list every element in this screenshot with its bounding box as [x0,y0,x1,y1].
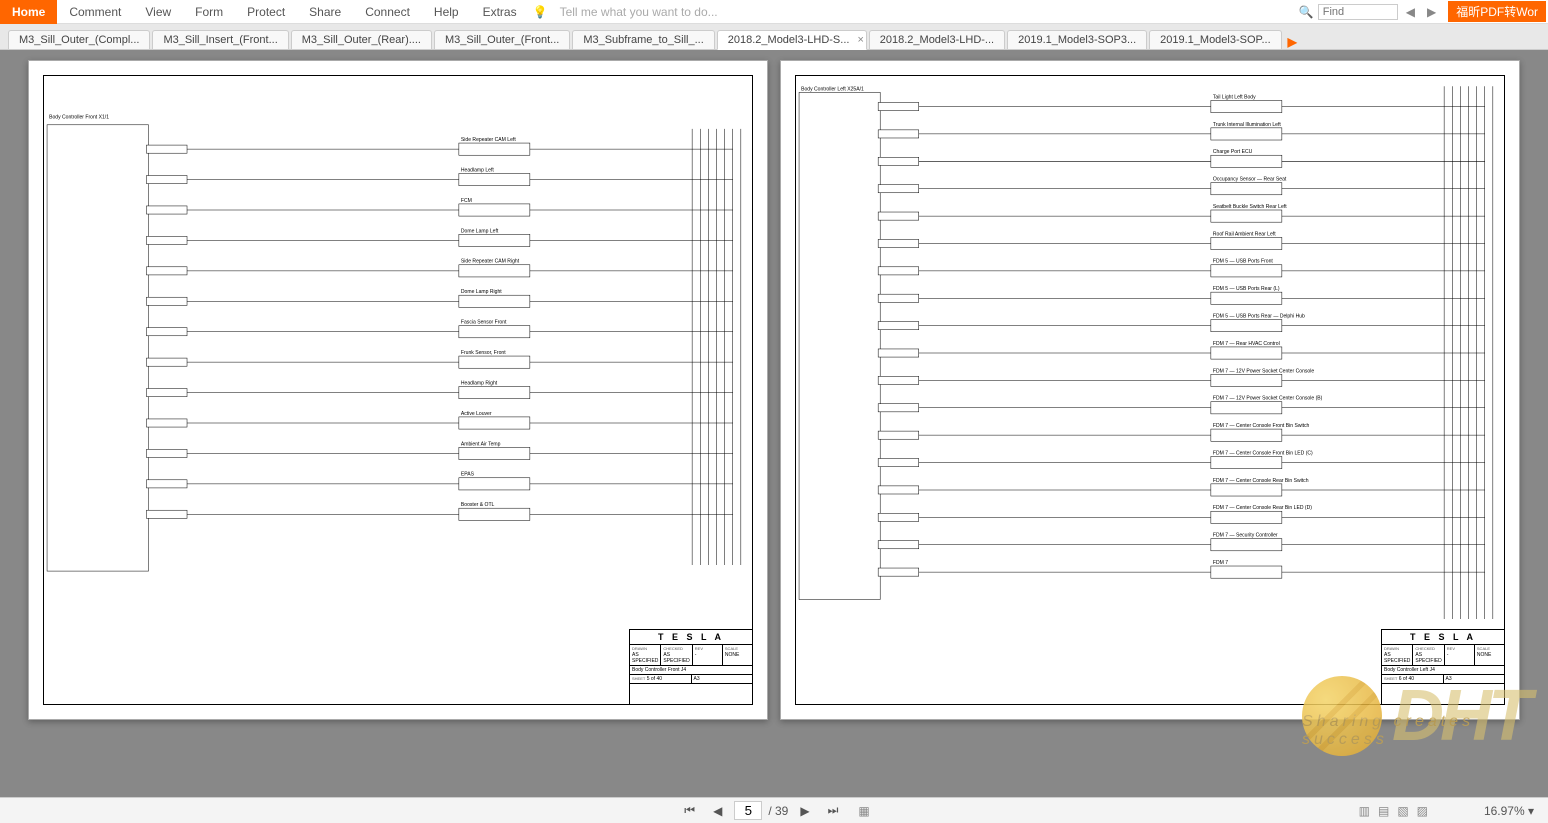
ribbon-tab-help[interactable]: Help [422,5,471,19]
title-block-left: T E S L A DRAWNAS SPECIFIEDCHECKEDAS SPE… [629,629,753,705]
find-input[interactable] [1318,4,1398,20]
doctab-2[interactable]: M3_Sill_Outer_(Rear).... [291,30,432,49]
schematic-header: Body Controller Front X1/1 [49,115,109,121]
svg-text:Tail Light Left Body: Tail Light Left Body [1213,94,1256,100]
svg-text:Ambient Air Temp: Ambient Air Temp [461,441,501,447]
tell-me-search[interactable]: Tell me what you want to do... [560,5,1299,19]
svg-text:FDM 7 — Security Controller: FDM 7 — Security Controller [1213,533,1278,539]
ribbon-tab-connect[interactable]: Connect [353,5,422,19]
foxit-pdf-to-word-button[interactable]: 福昕PDF转Wor [1448,1,1546,22]
menu-bar: Home Comment View Form Protect Share Con… [0,0,1548,24]
last-page-button[interactable]: ⏭ [822,803,845,818]
svg-text:Side Repeater CAM Left: Side Repeater CAM Left [461,137,516,143]
view-mode-group: ▥ ▤ ▧ ▨ [1359,804,1428,818]
ribbon-tab-view[interactable]: View [133,5,183,19]
svg-text:Active Louver: Active Louver [461,411,492,417]
view-single-icon[interactable]: ▤ [1378,804,1389,818]
svg-text:EPAS: EPAS [461,472,475,478]
page-total-label: / 39 [768,804,788,818]
ribbon-tab-protect[interactable]: Protect [235,5,297,19]
svg-text:FDM 5 — USB Ports Rear (L): FDM 5 — USB Ports Rear (L) [1213,286,1280,292]
svg-text:FDM 5 — USB Ports Rear — Delph: FDM 5 — USB Ports Rear — Delphi Hub [1213,314,1305,320]
svg-text:FDM 7 — 12V Power Socket Cente: FDM 7 — 12V Power Socket Center Console … [1213,396,1323,402]
find-next-button[interactable]: ▶ [1423,5,1440,19]
tesla-logo: T E S L A [630,630,752,645]
view-facing-icon[interactable]: ▧ [1397,804,1408,818]
svg-text:Fascia Sensor Front: Fascia Sensor Front [461,320,507,326]
doctab-7[interactable]: 2019.1_Model3-SOP3... [1007,30,1147,49]
doctab-8[interactable]: 2019.1_Model3-SOP... [1149,30,1281,49]
svg-text:Roof Rail Ambient Rear Left: Roof Rail Ambient Rear Left [1213,231,1276,237]
svg-text:Side Repeater CAM Right: Side Repeater CAM Right [461,259,520,265]
pdf-page-right: Body Controller Left X25A/1 Tail Light L… [780,60,1520,720]
svg-text:Charge Port ECU: Charge Port ECU [1213,149,1253,155]
svg-text:FDM 7 — Center Console Front B: FDM 7 — Center Console Front Bin LED (C) [1213,450,1313,456]
svg-text:Dome Lamp Right: Dome Lamp Right [461,289,502,295]
tab-overflow-button[interactable]: ▶ [1288,35,1297,49]
find-group: 🔍 ◀ ▶ [1299,4,1440,20]
doctab-3[interactable]: M3_Sill_Outer_(Front... [434,30,570,49]
close-tab-icon[interactable]: × [857,34,863,46]
svg-text:FDM 7: FDM 7 [1213,560,1228,566]
page-layout-icon[interactable]: ▦ [858,804,869,818]
svg-text:Seatbelt Buckle Switch Rear Le: Seatbelt Buckle Switch Rear Left [1213,204,1287,210]
tesla-logo: T E S L A [1382,630,1504,645]
svg-text:Booster & OTL: Booster & OTL [461,502,495,508]
schematic-header: Body Controller Left X25A/1 [801,86,864,92]
svg-text:Dome Lamp Left: Dome Lamp Left [461,228,499,234]
ribbon-tab-share[interactable]: Share [297,5,353,19]
svg-text:Trunk Internal Illumination Le: Trunk Internal Illumination Left [1213,122,1282,128]
pdf-page-left: Body Controller Front X1/1 Side Repeater… [28,60,768,720]
first-page-button[interactable]: ⏮ [678,803,701,818]
schematic-left: Body Controller Front X1/1 Side Repeater… [43,85,753,619]
svg-text:Occupancy Sensor — Rear Seat: Occupancy Sensor — Rear Seat [1213,177,1287,183]
title-block-right: T E S L A DRAWNAS SPECIFIEDCHECKEDAS SPE… [1381,629,1505,705]
svg-text:FCM: FCM [461,198,472,204]
view-continuous-icon[interactable]: ▨ [1417,804,1428,818]
ribbon-tab-comment[interactable]: Comment [57,5,133,19]
prev-page-button[interactable]: ◀ [707,804,728,818]
lightbulb-icon: 💡 [533,5,548,19]
svg-text:FDM 7 — 12V Power Socket Cente: FDM 7 — 12V Power Socket Center Console [1213,368,1314,374]
svg-text:Headlamp Right: Headlamp Right [461,380,498,386]
page-number-input[interactable] [734,801,762,820]
next-page-button[interactable]: ▶ [794,804,815,818]
svg-text:FDM 7 — Center Console Front B: FDM 7 — Center Console Front Bin Switch [1213,423,1310,429]
schematic-right: Body Controller Left X25A/1 Tail Light L… [795,85,1505,619]
doctab-1[interactable]: M3_Sill_Insert_(Front... [152,30,288,49]
status-bar: ⏮ ◀ / 39 ▶ ⏭ ▦ ▥ ▤ ▧ ▨ 16.97% ▾ [0,797,1548,823]
pdf-viewer[interactable]: Body Controller Front X1/1 Side Repeater… [0,50,1548,797]
search-icon[interactable]: 🔍 [1299,5,1314,19]
doctab-4[interactable]: M3_Subframe_to_Sill_... [572,30,714,49]
svg-text:FDM 7 — Rear HVAC Control: FDM 7 — Rear HVAC Control [1213,341,1280,347]
doctab-5-active[interactable]: 2018.2_Model3-LHD-S...× [717,30,867,50]
zoom-display[interactable]: 16.97% ▾ [1484,804,1534,818]
svg-text:FDM 5 — USB Ports Front: FDM 5 — USB Ports Front [1213,259,1274,265]
ribbon-tab-home[interactable]: Home [0,0,57,24]
svg-text:FDM 7 — Center Console Rear Bi: FDM 7 — Center Console Rear Bin Switch [1213,478,1309,484]
svg-text:Headlamp Left: Headlamp Left [461,167,495,173]
ribbon-tab-extras[interactable]: Extras [471,5,529,19]
view-thumbnails-icon[interactable]: ▥ [1359,804,1370,818]
svg-text:Frunk Sensor, Front: Frunk Sensor, Front [461,350,506,356]
doctab-6[interactable]: 2018.2_Model3-LHD-... [869,30,1005,49]
find-prev-button[interactable]: ◀ [1402,5,1419,19]
svg-text:FDM 7 — Center Console Rear Bi: FDM 7 — Center Console Rear Bin LED (D) [1213,505,1312,511]
ribbon-tab-form[interactable]: Form [183,5,235,19]
doctab-0[interactable]: M3_Sill_Outer_(Compl... [8,30,150,49]
document-tabs: M3_Sill_Outer_(Compl... M3_Sill_Insert_(… [0,24,1548,50]
